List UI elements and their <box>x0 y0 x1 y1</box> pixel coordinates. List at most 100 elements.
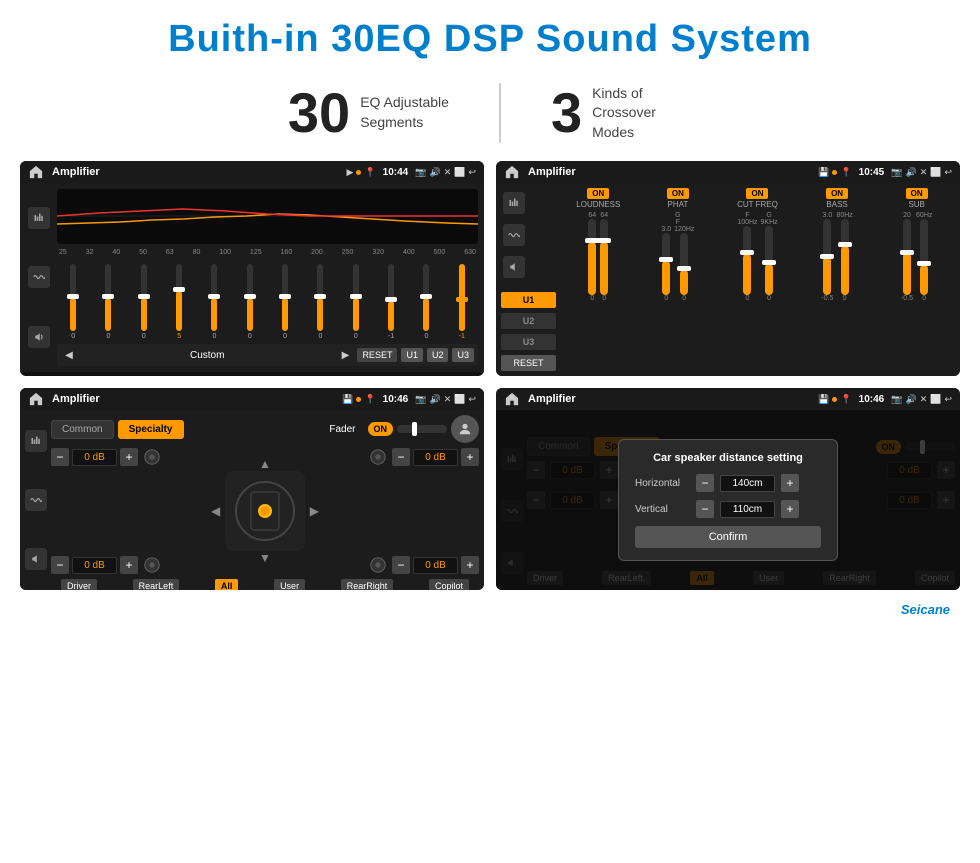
prev-btn[interactable]: ◀ <box>61 347 77 363</box>
home-icon-4[interactable] <box>504 391 520 407</box>
cx-slider-col-bass: 3.0 -0.5 80Hz 0 <box>799 212 876 371</box>
eq-slider-10[interactable]: -1 <box>375 264 407 340</box>
fader-toggle[interactable]: ON <box>368 422 394 436</box>
next-btn[interactable]: ▶ <box>337 347 353 363</box>
tab-specialty[interactable]: Specialty <box>118 420 184 439</box>
record-icon: ▶ <box>347 167 354 178</box>
minus-btn-br[interactable]: − <box>392 556 410 574</box>
eq-slider-4[interactable]: 5 <box>163 264 195 340</box>
screen3-app-title: Amplifier <box>52 393 338 405</box>
horizontal-plus-btn[interactable]: + <box>781 474 799 492</box>
home-icon-2[interactable] <box>504 164 520 180</box>
reset-btn[interactable]: RESET <box>357 348 397 362</box>
dialog-title: Car speaker distance setting <box>635 452 821 464</box>
cx-slider-col-cutfreq: F 100Hz 0 G 9KHz 0 <box>719 212 796 371</box>
dialog-vertical-row: Vertical − 110cm + <box>635 500 821 518</box>
screen3-body: Common Specialty Fader ON − 0 dB <box>20 410 484 590</box>
screen1-status-icons: ▶ 📍 10:44 📷 🔊 ✕ ⬜ ↩ <box>347 167 476 178</box>
eq-slider-7[interactable]: 0 <box>269 264 301 340</box>
horizontal-minus-btn[interactable]: − <box>696 474 714 492</box>
plus-btn-br[interactable]: + <box>461 556 479 574</box>
camera-icon: 📷 <box>415 167 426 178</box>
rearleft-btn[interactable]: RearLeft <box>133 579 180 590</box>
eq-slider-8[interactable]: 0 <box>304 264 336 340</box>
eq-slider-5[interactable]: 0 <box>198 264 230 340</box>
eq-slider-2[interactable]: 0 <box>92 264 124 340</box>
nav-down-icon[interactable]: ▼ <box>259 551 271 565</box>
save-icon-4: 💾 <box>818 394 829 405</box>
eq-slider-12[interactable]: -1 <box>446 264 478 340</box>
rearright-btn[interactable]: RearRight <box>341 579 394 590</box>
screen3-tab-row: Common Specialty Fader ON <box>51 415 479 443</box>
user-profile-icon[interactable] <box>451 415 479 443</box>
all-btn[interactable]: All <box>215 579 239 590</box>
screen3-time: 10:46 <box>383 394 409 405</box>
confirm-btn[interactable]: Confirm <box>635 526 821 548</box>
stat-eq-number: 30 <box>288 85 350 141</box>
screen2-app-title: Amplifier <box>528 166 814 178</box>
eq-slider-9[interactable]: 0 <box>340 264 372 340</box>
speaker-icon-2[interactable] <box>503 256 525 278</box>
window-icon-4: ⬜ <box>930 394 941 405</box>
copilot-btn[interactable]: Copilot <box>429 579 469 590</box>
dialog-overlay: Car speaker distance setting Horizontal … <box>496 410 960 590</box>
pin-icon-2: 📍 <box>840 167 851 178</box>
nav-left-icon[interactable]: ◀ <box>211 504 220 518</box>
plus-btn-tr[interactable]: + <box>461 448 479 466</box>
screen1-statusbar: Amplifier ▶ 📍 10:44 📷 🔊 ✕ ⬜ ↩ <box>20 161 484 183</box>
home-icon[interactable] <box>28 164 44 180</box>
driver-btn[interactable]: Driver <box>61 579 97 590</box>
vertical-plus-btn[interactable]: + <box>781 500 799 518</box>
balance-joystick[interactable]: ▲ ▼ ◀ ▶ <box>225 471 305 551</box>
eq-slider-11[interactable]: 0 <box>410 264 442 340</box>
tab-common[interactable]: Common <box>51 420 114 439</box>
wave-icon[interactable] <box>28 266 50 288</box>
home-icon-3[interactable] <box>28 391 44 407</box>
volume-icon-2: 🔊 <box>905 167 916 178</box>
nav-right-icon[interactable]: ▶ <box>310 504 319 518</box>
screen2-body: U1 U2 U3 RESET ON LOUDNESS ON PHAT <box>496 183 960 376</box>
speaker-control-bl: − 0 dB + <box>51 556 161 574</box>
fader-slider[interactable] <box>397 425 447 433</box>
status-dot <box>356 170 361 175</box>
wave-icon-3[interactable] <box>25 489 47 511</box>
screen4-body: Common Specialty ON − 0 dB + 0 dB <box>496 410 960 590</box>
screen4-app-title: Amplifier <box>528 393 814 405</box>
back-icon: ↩ <box>468 167 476 178</box>
camera-icon-3: 📷 <box>415 394 426 405</box>
u1-preset-btn[interactable]: U1 <box>501 292 556 308</box>
cx-col-sub: ON SUB <box>878 188 955 209</box>
minus-btn-tr[interactable]: − <box>392 448 410 466</box>
equalizer-icon[interactable] <box>28 207 50 229</box>
wave-icon-2[interactable] <box>503 224 525 246</box>
u2-btn[interactable]: U2 <box>427 348 449 362</box>
horizontal-label: Horizontal <box>635 478 690 489</box>
crossover-content: ON LOUDNESS ON PHAT ON CUT FREQ ON BASS <box>560 188 955 371</box>
plus-btn-bl[interactable]: + <box>120 556 138 574</box>
eq-main-area: 25 32 40 50 63 80 100 125 160 200 250 32… <box>57 189 478 366</box>
crossover-headers: ON LOUDNESS ON PHAT ON CUT FREQ ON BASS <box>560 188 955 209</box>
eq-slider-3[interactable]: 0 <box>128 264 160 340</box>
screen1-side-controls <box>26 189 52 366</box>
equalizer-icon-3[interactable] <box>25 430 47 452</box>
user-btn[interactable]: User <box>274 579 305 590</box>
nav-up-icon[interactable]: ▲ <box>259 457 271 471</box>
minus-btn-tl[interactable]: − <box>51 448 69 466</box>
db-display-br: 0 dB <box>413 557 458 574</box>
speaker-icon[interactable] <box>28 326 50 348</box>
speaker-icon-3[interactable] <box>25 548 47 570</box>
reset-preset-btn[interactable]: RESET <box>501 355 556 371</box>
equalizer-icon-2[interactable] <box>503 192 525 214</box>
eq-slider-6[interactable]: 0 <box>234 264 266 340</box>
eq-slider-1[interactable]: 0 <box>57 264 89 340</box>
u3-btn[interactable]: U3 <box>452 348 474 362</box>
eq-freq-labels: 25 32 40 50 63 80 100 125 160 200 250 32… <box>57 249 478 256</box>
u1-btn[interactable]: U1 <box>401 348 423 362</box>
minus-btn-bl[interactable]: − <box>51 556 69 574</box>
horizontal-value: 140cm <box>720 475 775 492</box>
vertical-minus-btn[interactable]: − <box>696 500 714 518</box>
plus-btn-tl[interactable]: + <box>120 448 138 466</box>
close-icon-2: ✕ <box>920 167 928 178</box>
u3-preset-btn[interactable]: U3 <box>501 334 556 350</box>
u2-preset-btn[interactable]: U2 <box>501 313 556 329</box>
